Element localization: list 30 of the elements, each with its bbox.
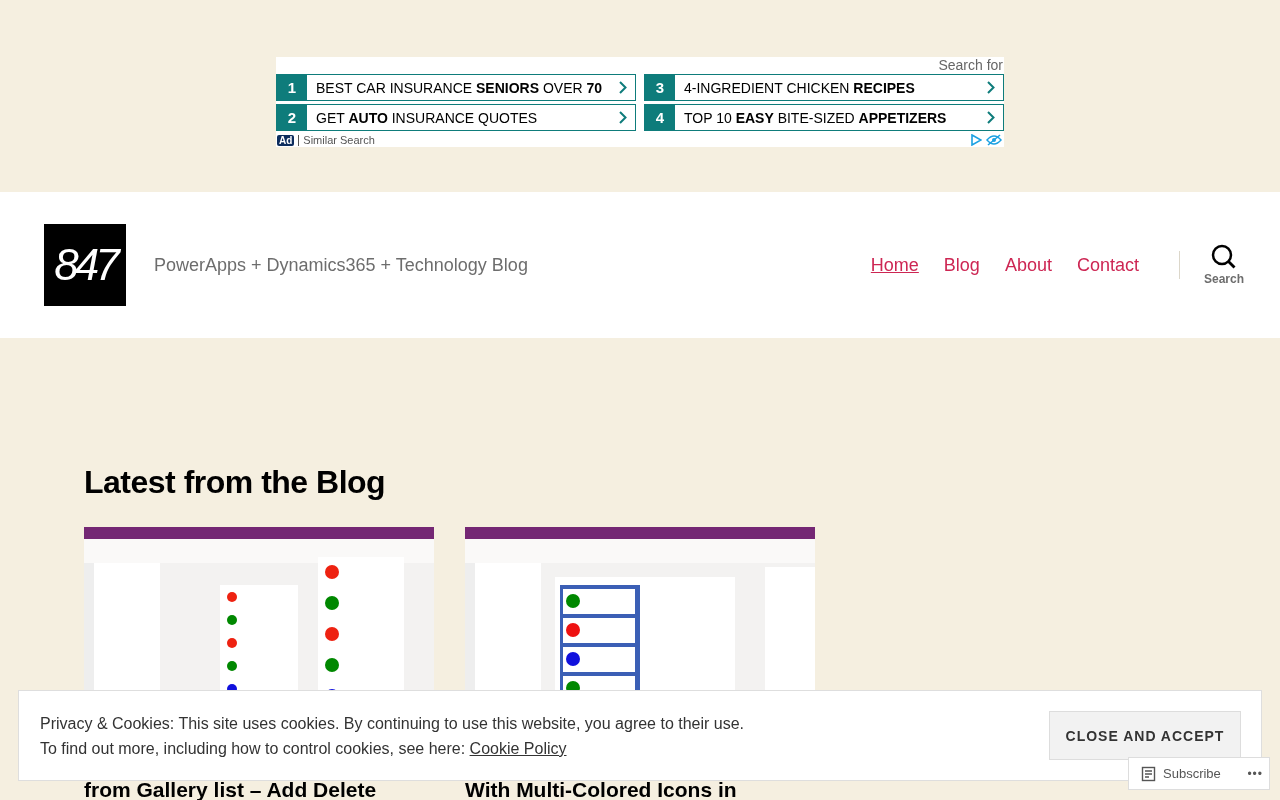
chevron-icon <box>619 111 627 124</box>
cookie-info-text: To find out more, including how to control cookies, see here: <box>40 739 466 757</box>
eye-off-icon[interactable] <box>986 134 1002 146</box>
ad-badge: Ad <box>277 134 295 146</box>
search-for-label: Search for <box>938 57 1004 74</box>
chevron-icon <box>619 81 627 94</box>
search-icon <box>1211 244 1237 270</box>
close-and-accept-button[interactable]: CLOSE AND ACCEPT <box>1049 711 1241 760</box>
nav-link[interactable]: About <box>1004 254 1052 276</box>
nav-link[interactable]: Home <box>870 254 919 276</box>
ad-result-link[interactable]: 4 TOP 10 EASY BITE-SIZED APPETIZERS <box>644 104 1004 131</box>
search-button[interactable]: Search <box>1203 244 1244 286</box>
play-icon[interactable] <box>970 134 982 146</box>
nav-link[interactable]: Contact <box>1076 254 1139 276</box>
section-heading: Latest from the Blog <box>84 464 387 501</box>
cookie-notice-text: Privacy & Cookies: This site uses cookies. By continuing to use this website, you agree to their use. <box>40 713 745 734</box>
ad-result-link[interactable]: 2 GET AUTO INSURANCE QUOTES <box>276 104 636 131</box>
post-title[interactable]: With Multi-Colored Icons in <box>465 781 815 798</box>
ad-result-link[interactable]: 3 4-INGREDIENT CHICKEN RECIPES <box>644 74 1004 101</box>
site-tagline: PowerApps + Dynamics365 + Technology Blog <box>154 254 529 276</box>
more-button[interactable]: ••• <box>1247 766 1263 781</box>
cookie-policy-link[interactable]: Cookie Policy <box>469 739 567 757</box>
site-logo[interactable]: 847 <box>44 224 126 306</box>
document-icon <box>1141 765 1157 782</box>
chevron-icon <box>987 111 995 124</box>
nav-link[interactable]: Blog <box>943 254 980 276</box>
chevron-icon <box>987 81 995 94</box>
ad-result-link[interactable]: 1 BEST CAR INSURANCE SENIORS OVER 70 <box>276 74 636 101</box>
subscribe-button[interactable]: Subscribe <box>1141 765 1221 782</box>
similar-search-label: Similar Search <box>303 134 375 146</box>
